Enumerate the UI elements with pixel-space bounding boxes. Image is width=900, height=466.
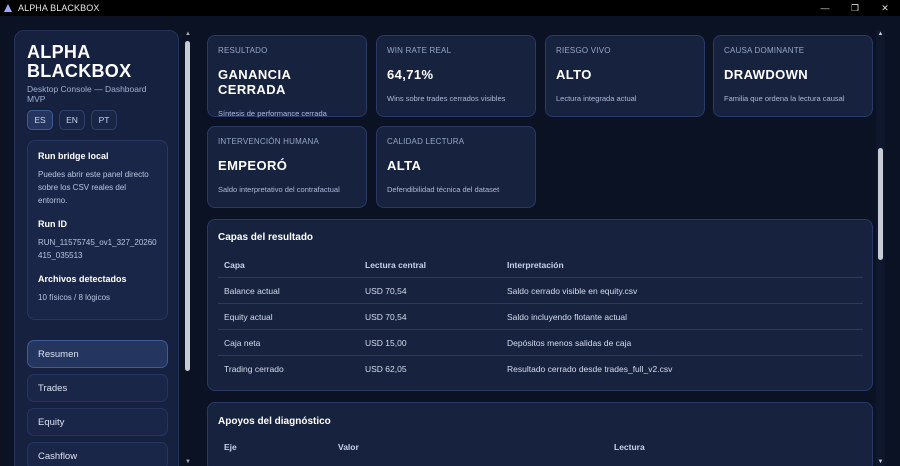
table-row: Caja neta USD 15,00 Depósitos menos sali…: [218, 330, 863, 356]
scroll-down-icon[interactable]: ▼: [184, 458, 192, 466]
minimize-button[interactable]: —: [810, 0, 840, 16]
run-info-box: Run bridge local Puedes abrir este panel…: [27, 140, 168, 320]
table-cell: Saldo cerrado visible en equity.csv: [507, 285, 638, 296]
scroll-up-icon[interactable]: ▲: [876, 30, 885, 38]
kpi-desc: Defendibilidad técnica del dataset: [387, 185, 500, 194]
kpi-label: INTERVENCIÓN HUMANA: [218, 137, 319, 146]
window-title: ALPHA BLACKBOX: [18, 3, 100, 13]
kpi-card-causa: CAUSA DOMINANTE DRAWDOWN Familia que ord…: [713, 35, 873, 117]
kpi-desc: Síntesis de performance cerrada: [218, 109, 327, 118]
panel-title: Apoyos del diagnóstico: [218, 416, 331, 427]
main-scrollbar[interactable]: ▲ ▼: [876, 30, 885, 466]
sidebar-item-resumen[interactable]: Resumen: [27, 340, 168, 368]
kpi-label: WIN RATE REAL: [387, 46, 452, 55]
header-cell: Interpretación: [507, 259, 564, 270]
table-cell: USD 70,54: [365, 285, 407, 296]
kpi-value: ALTA: [387, 158, 422, 173]
close-button[interactable]: ✕: [870, 0, 900, 16]
brand-title: ALPHA BLACKBOX: [27, 42, 132, 81]
apoyos-table: Eje Valor Lectura: [218, 434, 863, 460]
table-cell: USD 62,05: [365, 364, 407, 374]
capas-panel: Capas del resultado Capa Lectura central…: [207, 219, 873, 391]
kpi-desc: Saldo interpretativo del contrafactual: [218, 185, 340, 194]
kpi-desc: Lectura integrada actual: [556, 94, 637, 103]
title-bar: ALPHA BLACKBOX — ❐ ✕: [0, 0, 900, 16]
sidebar: ALPHA BLACKBOX Desktop Console — Dashboa…: [14, 30, 179, 466]
kpi-card-resultado: RESULTADO GANANCIA CERRADA Síntesis de p…: [207, 35, 367, 118]
lang-pt-button[interactable]: PT: [91, 110, 117, 130]
table-cell: Trading cerrado: [224, 364, 284, 374]
header-cell: Lectura central: [365, 259, 426, 270]
kpi-card-intervencion: INTERVENCIÓN HUMANA EMPEORÓ Saldo interp…: [207, 126, 367, 208]
sidebar-item-trades[interactable]: Trades: [27, 374, 168, 402]
table-row: Equity actual USD 70,54 Saldo incluyendo…: [218, 304, 863, 330]
run-id-title: Run ID: [38, 219, 67, 229]
kpi-card-calidad: CALIDAD LECTURA ALTA Defendibilidad técn…: [376, 126, 536, 208]
table-cell: Depósitos menos salidas de caja: [507, 337, 632, 348]
kpi-value: 64,71%: [387, 67, 434, 82]
kpi-value: ALTO: [556, 67, 592, 82]
sidebar-item-cashflow[interactable]: Cashflow: [27, 442, 168, 466]
header-cell: Capa: [224, 259, 245, 270]
kpi-card-riesgo: RIESGO VIVO ALTO Lectura integrada actua…: [545, 35, 705, 117]
kpi-card-win-rate: WIN RATE REAL 64,71% Wins sobre trades c…: [376, 35, 536, 117]
run-id-value: RUN_11575745_ov1_327_20260415_035513: [38, 238, 157, 260]
capas-table: Capa Lectura central Interpretación Bala…: [218, 252, 863, 382]
sidebar-scroll-thumb[interactable]: [185, 41, 190, 371]
scroll-down-icon[interactable]: ▼: [876, 458, 885, 466]
panel-title: Capas del resultado: [218, 232, 314, 243]
lang-en-button[interactable]: EN: [59, 110, 85, 130]
run-bridge-text: Puedes abrir este panel directo sobre lo…: [38, 170, 149, 205]
app-logo-icon: [4, 4, 12, 12]
table-row: Trading cerrado USD 62,05 Resultado cerr…: [218, 356, 863, 382]
kpi-desc: Familia que ordena la lectura causal: [724, 94, 845, 103]
kpi-value: GANANCIA CERRADA: [218, 67, 291, 97]
kpi-label: RIESGO VIVO: [556, 46, 611, 55]
kpi-desc: Wins sobre trades cerrados visibles: [387, 94, 506, 103]
header-cell: Lectura: [614, 442, 645, 452]
apoyos-panel: Apoyos del diagnóstico Eje Valor Lectura: [207, 402, 873, 466]
table-header: Capa Lectura central Interpretación: [218, 252, 863, 278]
language-switcher: ES EN PT: [27, 110, 166, 130]
table-header: Eje Valor Lectura: [218, 434, 863, 460]
table-cell: USD 70,54: [365, 311, 407, 322]
sidebar-item-equity[interactable]: Equity: [27, 408, 168, 436]
table-cell: Saldo incluyendo flotante actual: [507, 311, 628, 322]
kpi-label: CALIDAD LECTURA: [387, 137, 465, 146]
lang-es-button[interactable]: ES: [27, 110, 53, 130]
run-bridge-title: Run bridge local: [38, 151, 109, 161]
main-content: RESULTADO GANANCIA CERRADA Síntesis de p…: [196, 16, 876, 466]
header-cell: Valor: [338, 442, 359, 452]
table-cell: Caja neta: [224, 337, 261, 348]
sidebar-scrollbar[interactable]: ▲ ▼: [184, 30, 192, 466]
files-title: Archivos detectados: [38, 274, 127, 284]
main-scroll-thumb[interactable]: [878, 148, 883, 260]
files-value: 10 físicos / 8 lógicos: [38, 293, 111, 302]
sidebar-nav: Resumen Trades Equity Cashflow: [27, 340, 168, 466]
header-cell: Eje: [224, 442, 237, 452]
table-cell: USD 15,00: [365, 337, 407, 348]
restore-button[interactable]: ❐: [840, 0, 870, 16]
kpi-value: EMPEORÓ: [218, 158, 288, 173]
brand-subtitle: Desktop Console — Dashboard MVP: [27, 84, 147, 104]
scroll-up-icon[interactable]: ▲: [184, 30, 192, 38]
table-cell: Balance actual: [224, 285, 280, 296]
kpi-value: DRAWDOWN: [724, 67, 809, 82]
table-cell: Equity actual: [224, 311, 273, 322]
table-row: Balance actual USD 70,54 Saldo cerrado v…: [218, 278, 863, 304]
table-cell: Resultado cerrado desde trades_full_v2.c…: [507, 364, 673, 374]
kpi-label: CAUSA DOMINANTE: [724, 46, 805, 55]
kpi-label: RESULTADO: [218, 46, 268, 55]
